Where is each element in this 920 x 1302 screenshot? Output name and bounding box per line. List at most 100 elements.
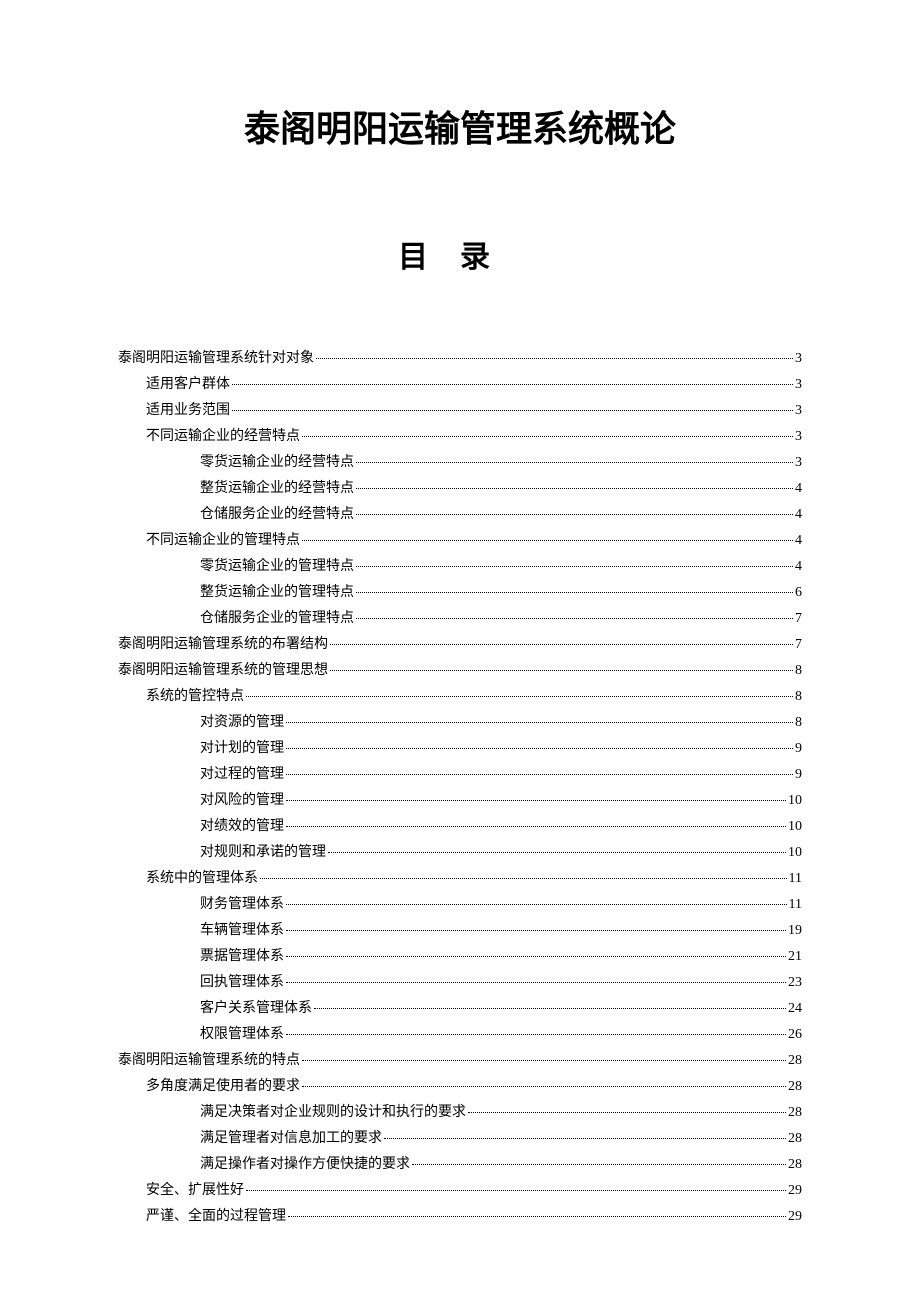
toc-entry-page: 24 bbox=[788, 1002, 802, 1016]
toc-entry-label: 回执管理体系 bbox=[200, 976, 284, 990]
toc-entry[interactable]: 多角度满足使用者的要求28 bbox=[118, 1074, 802, 1100]
toc-entry-page: 9 bbox=[795, 742, 802, 756]
toc-leader-dots bbox=[302, 539, 793, 541]
toc-leader-dots bbox=[468, 1111, 786, 1113]
toc-entry-label: 泰阁明阳运输管理系统的管理思想 bbox=[118, 664, 328, 678]
toc-entry[interactable]: 对过程的管理9 bbox=[118, 762, 802, 788]
toc-leader-dots bbox=[328, 851, 786, 853]
toc-entry[interactable]: 适用客户群体 3 bbox=[118, 372, 802, 398]
toc-leader-dots bbox=[330, 669, 793, 671]
table-of-contents: 泰阁明阳运输管理系统针对对象3适用客户群体3适用业务范围3不同运输企业的经营特点… bbox=[118, 346, 802, 1230]
toc-entry[interactable]: 对绩效的管理10 bbox=[118, 814, 802, 840]
toc-entry[interactable]: 满足决策者对企业规则的设计和执行的要求 28 bbox=[118, 1100, 802, 1126]
toc-entry[interactable]: 泰阁明阳运输管理系统的特点 28 bbox=[118, 1048, 802, 1074]
toc-entry-page: 23 bbox=[788, 976, 802, 990]
toc-entry[interactable]: 泰阁明阳运输管理系统的布署结构7 bbox=[118, 632, 802, 658]
toc-entry-label: 票据管理体系 bbox=[200, 950, 284, 964]
toc-entry[interactable]: 整货运输企业的管理特点6 bbox=[118, 580, 802, 606]
toc-heading: 目录 bbox=[118, 232, 802, 276]
toc-leader-dots bbox=[356, 487, 793, 489]
toc-leader-dots bbox=[286, 981, 786, 983]
toc-entry-page: 3 bbox=[795, 378, 802, 392]
toc-entry[interactable]: 客户关系管理体系 24 bbox=[118, 996, 802, 1022]
toc-leader-dots bbox=[314, 1007, 786, 1009]
toc-entry-label: 对风险的管理 bbox=[200, 794, 284, 808]
toc-entry-label: 满足决策者对企业规则的设计和执行的要求 bbox=[200, 1106, 466, 1120]
toc-leader-dots bbox=[286, 799, 786, 801]
toc-entry-label: 零货运输企业的管理特点 bbox=[200, 560, 354, 574]
toc-entry-page: 8 bbox=[795, 690, 802, 704]
toc-leader-dots bbox=[302, 1085, 786, 1087]
toc-entry[interactable]: 对风险的管理 10 bbox=[118, 788, 802, 814]
toc-entry-page: 11 bbox=[789, 898, 802, 912]
toc-entry[interactable]: 零货运输企业的经营特点3 bbox=[118, 450, 802, 476]
toc-entry[interactable]: 严谨、全面的过程管理 29 bbox=[118, 1204, 802, 1230]
toc-entry[interactable]: 对规则和承诺的管理10 bbox=[118, 840, 802, 866]
toc-entry[interactable]: 适用业务范围3 bbox=[118, 398, 802, 424]
toc-entry-label: 严谨、全面的过程管理 bbox=[146, 1210, 286, 1224]
toc-leader-dots bbox=[288, 1215, 786, 1217]
toc-entry-page: 28 bbox=[788, 1132, 802, 1146]
toc-entry-label: 仓储服务企业的经营特点 bbox=[200, 508, 354, 522]
toc-entry-label: 系统中的管理体系 bbox=[146, 872, 258, 886]
toc-entry-page: 3 bbox=[795, 352, 802, 366]
toc-leader-dots bbox=[232, 383, 793, 385]
toc-entry-label: 多角度满足使用者的要求 bbox=[146, 1080, 300, 1094]
toc-leader-dots bbox=[316, 357, 793, 359]
toc-entry-label: 整货运输企业的经营特点 bbox=[200, 482, 354, 496]
toc-entry-page: 29 bbox=[788, 1184, 802, 1198]
toc-entry[interactable]: 满足操作者对操作方便快捷的要求28 bbox=[118, 1152, 802, 1178]
toc-entry-page: 4 bbox=[795, 534, 802, 548]
toc-entry[interactable]: 零货运输企业的管理特点 4 bbox=[118, 554, 802, 580]
toc-entry-label: 财务管理体系 bbox=[200, 898, 284, 912]
toc-entry-label: 对规则和承诺的管理 bbox=[200, 846, 326, 860]
toc-entry[interactable]: 对资源的管理 8 bbox=[118, 710, 802, 736]
toc-entry[interactable]: 系统中的管理体系11 bbox=[118, 866, 802, 892]
toc-leader-dots bbox=[286, 721, 793, 723]
toc-leader-dots bbox=[412, 1163, 786, 1165]
toc-entry[interactable]: 对计划的管理 9 bbox=[118, 736, 802, 762]
toc-entry-label: 整货运输企业的管理特点 bbox=[200, 586, 354, 600]
toc-leader-dots bbox=[302, 435, 793, 437]
toc-entry-page: 10 bbox=[788, 794, 802, 808]
toc-entry-label: 不同运输企业的管理特点 bbox=[146, 534, 300, 548]
toc-entry-label: 客户关系管理体系 bbox=[200, 1002, 312, 1016]
toc-entry-label: 仓储服务企业的管理特点 bbox=[200, 612, 354, 626]
toc-entry-page: 4 bbox=[795, 560, 802, 574]
toc-entry-label: 对计划的管理 bbox=[200, 742, 284, 756]
toc-entry[interactable]: 泰阁明阳运输管理系统针对对象 3 bbox=[118, 346, 802, 372]
toc-entry-page: 4 bbox=[795, 482, 802, 496]
toc-entry-label: 对资源的管理 bbox=[200, 716, 284, 730]
toc-entry[interactable]: 泰阁明阳运输管理系统的管理思想 8 bbox=[118, 658, 802, 684]
toc-entry[interactable]: 不同运输企业的经营特点3 bbox=[118, 424, 802, 450]
toc-entry[interactable]: 不同运输企业的管理特点 4 bbox=[118, 528, 802, 554]
toc-entry-page: 28 bbox=[788, 1054, 802, 1068]
toc-entry-page: 7 bbox=[795, 612, 802, 626]
toc-entry[interactable]: 权限管理体系26 bbox=[118, 1022, 802, 1048]
toc-entry-label: 权限管理体系 bbox=[200, 1028, 284, 1042]
toc-entry-label: 车辆管理体系 bbox=[200, 924, 284, 938]
toc-entry[interactable]: 财务管理体系 11 bbox=[118, 892, 802, 918]
toc-entry-label: 泰阁明阳运输管理系统针对对象 bbox=[118, 352, 314, 366]
toc-entry[interactable]: 满足管理者对信息加工的要求 28 bbox=[118, 1126, 802, 1152]
toc-leader-dots bbox=[356, 513, 793, 515]
toc-entry[interactable]: 仓储服务企业的经营特点4 bbox=[118, 502, 802, 528]
toc-entry-label: 满足管理者对信息加工的要求 bbox=[200, 1132, 382, 1146]
toc-entry-page: 28 bbox=[788, 1106, 802, 1120]
toc-entry[interactable]: 票据管理体系21 bbox=[118, 944, 802, 970]
toc-entry[interactable]: 车辆管理体系19 bbox=[118, 918, 802, 944]
toc-entry[interactable]: 仓储服务企业的管理特点 7 bbox=[118, 606, 802, 632]
toc-entry-page: 3 bbox=[795, 404, 802, 418]
toc-entry-page: 28 bbox=[788, 1158, 802, 1172]
toc-entry-page: 8 bbox=[795, 664, 802, 678]
toc-entry[interactable]: 安全、扩展性好29 bbox=[118, 1178, 802, 1204]
toc-entry-page: 8 bbox=[795, 716, 802, 730]
toc-entry-label: 泰阁明阳运输管理系统的特点 bbox=[118, 1054, 300, 1068]
toc-entry[interactable]: 系统的管控特点8 bbox=[118, 684, 802, 710]
toc-entry[interactable]: 回执管理体系 23 bbox=[118, 970, 802, 996]
toc-entry-page: 3 bbox=[795, 430, 802, 444]
toc-entry-page: 29 bbox=[788, 1210, 802, 1224]
toc-entry-label: 适用客户群体 bbox=[146, 378, 230, 392]
toc-leader-dots bbox=[356, 565, 793, 567]
toc-entry[interactable]: 整货运输企业的经营特点 4 bbox=[118, 476, 802, 502]
